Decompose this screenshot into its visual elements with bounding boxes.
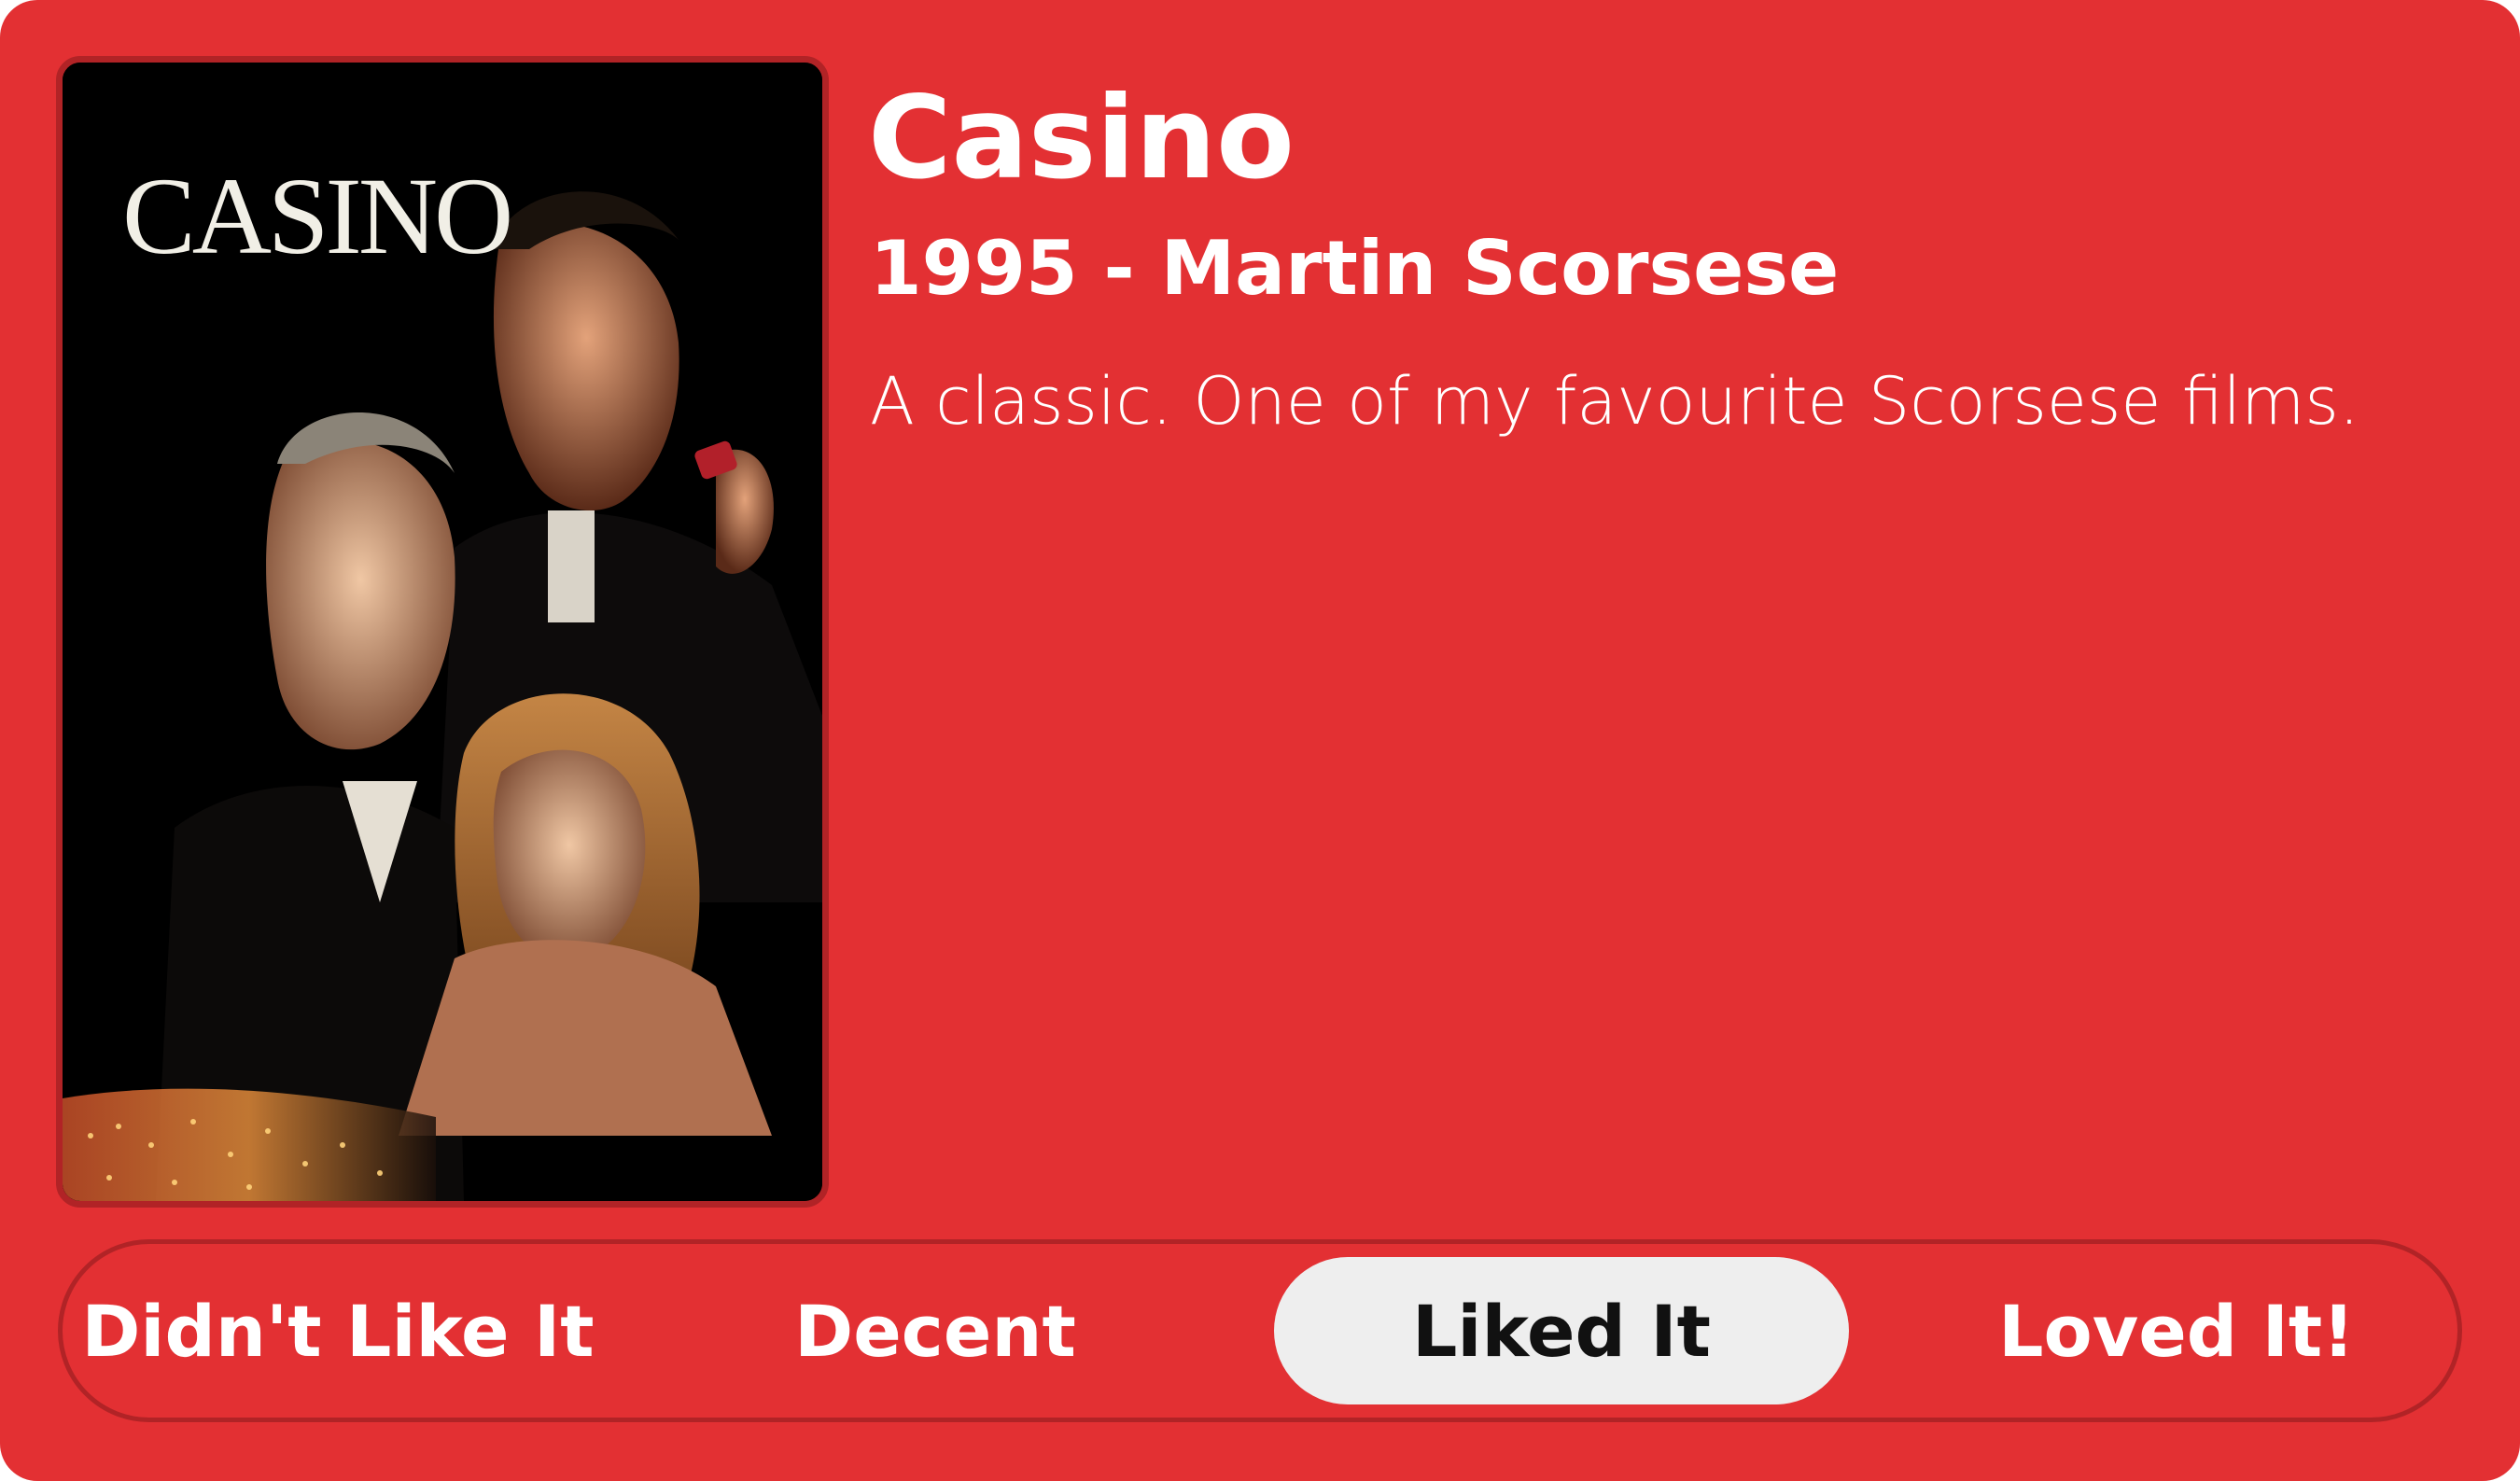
- movie-year-director: 1995 - Martin Scorsese: [870, 225, 1840, 312]
- rating-selector: Didn't Like It Decent Liked It Loved It!: [58, 1239, 2462, 1422]
- rating-option-didnt-like-it[interactable]: Didn't Like It: [81, 1257, 595, 1404]
- rating-option-decent[interactable]: Decent: [679, 1257, 1192, 1404]
- review-text: A classic. One of my favourite Scorsese …: [870, 363, 2360, 440]
- movie-title: Casino: [868, 72, 1295, 204]
- movie-review-card: CASINO Casino 1995 - Martin Scorsese A c…: [0, 0, 2520, 1481]
- poster-wordmark: CASINO: [122, 155, 513, 277]
- rating-option-liked-it[interactable]: Liked It: [1274, 1257, 1849, 1404]
- movie-poster: CASINO: [56, 56, 829, 1208]
- rating-option-loved-it[interactable]: Loved It!: [1920, 1257, 2433, 1404]
